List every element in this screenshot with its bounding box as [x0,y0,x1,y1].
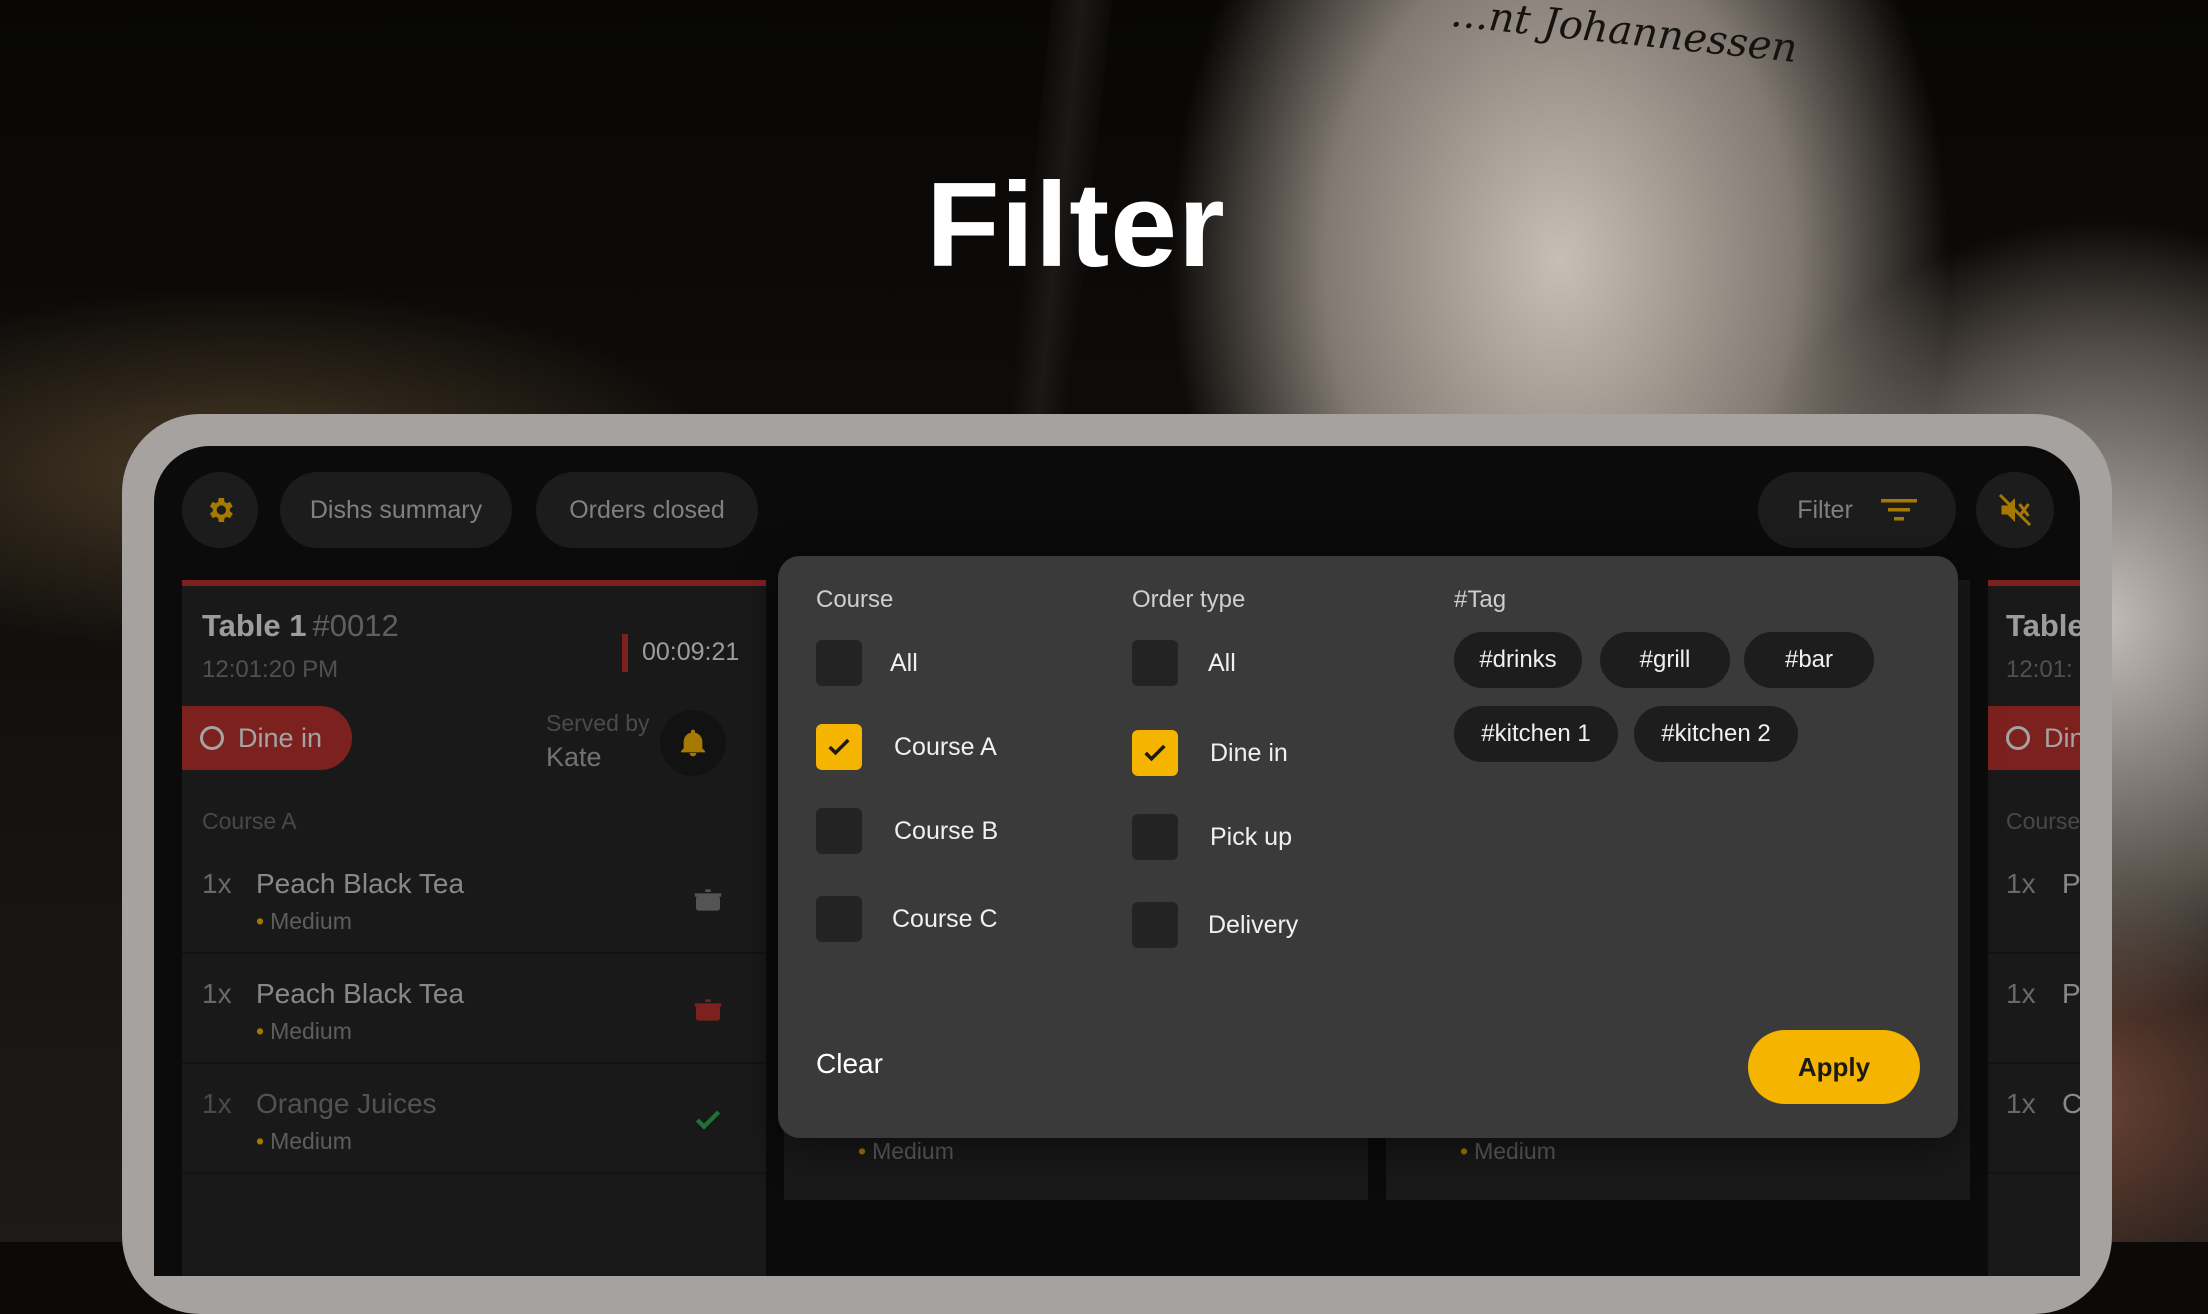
page-headline: Filter [926,158,1226,292]
course-option-course-c[interactable]: Course C [816,896,998,942]
tag-chip[interactable]: #bar [1744,632,1874,688]
tag-chip[interactable]: #kitchen 1 [1454,706,1618,762]
tag-heading: #Tag [1454,586,1507,613]
checkbox[interactable] [1132,902,1178,948]
order-type-option-pick-up[interactable]: Pick up [1132,814,1292,860]
option-label: Course A [894,732,997,761]
option-label: Pick up [1210,822,1292,851]
check-icon [828,738,850,756]
filter-popover: Course Order type #Tag All Course A Cour… [778,556,1958,1138]
option-label: Delivery [1208,910,1299,939]
course-option-all[interactable]: All [816,640,918,686]
tag-chip[interactable]: #kitchen 2 [1634,706,1798,762]
checkbox[interactable] [816,640,862,686]
course-heading: Course [816,586,894,613]
order-type-option-delivery[interactable]: Delivery [1132,902,1298,948]
checkbox-checked[interactable] [816,724,862,770]
option-label: All [890,648,918,677]
option-label: All [1208,648,1236,677]
tattoo-text: ...nt Johannessen [1448,0,1800,73]
check-icon [1144,744,1166,762]
checkbox[interactable] [1132,814,1178,860]
clear-button[interactable]: Clear [816,1048,883,1080]
course-option-course-b[interactable]: Course B [816,808,998,854]
option-label: Course C [892,904,998,933]
checkbox[interactable] [1132,640,1178,686]
tag-chip[interactable]: #grill [1600,632,1730,688]
apply-button[interactable]: Apply [1748,1030,1920,1104]
checkbox[interactable] [816,808,862,854]
option-label: Dine in [1210,738,1288,767]
option-label: Course B [894,816,999,845]
tag-chip[interactable]: #drinks [1454,632,1582,688]
course-option-course-a[interactable]: Course A [816,724,997,770]
checkbox[interactable] [816,896,862,942]
order-type-option-all[interactable]: All [1132,640,1236,686]
order-type-heading: Order type [1132,586,1246,613]
checkbox-checked[interactable] [1132,730,1178,776]
order-type-option-dine-in[interactable]: Dine in [1132,730,1288,776]
